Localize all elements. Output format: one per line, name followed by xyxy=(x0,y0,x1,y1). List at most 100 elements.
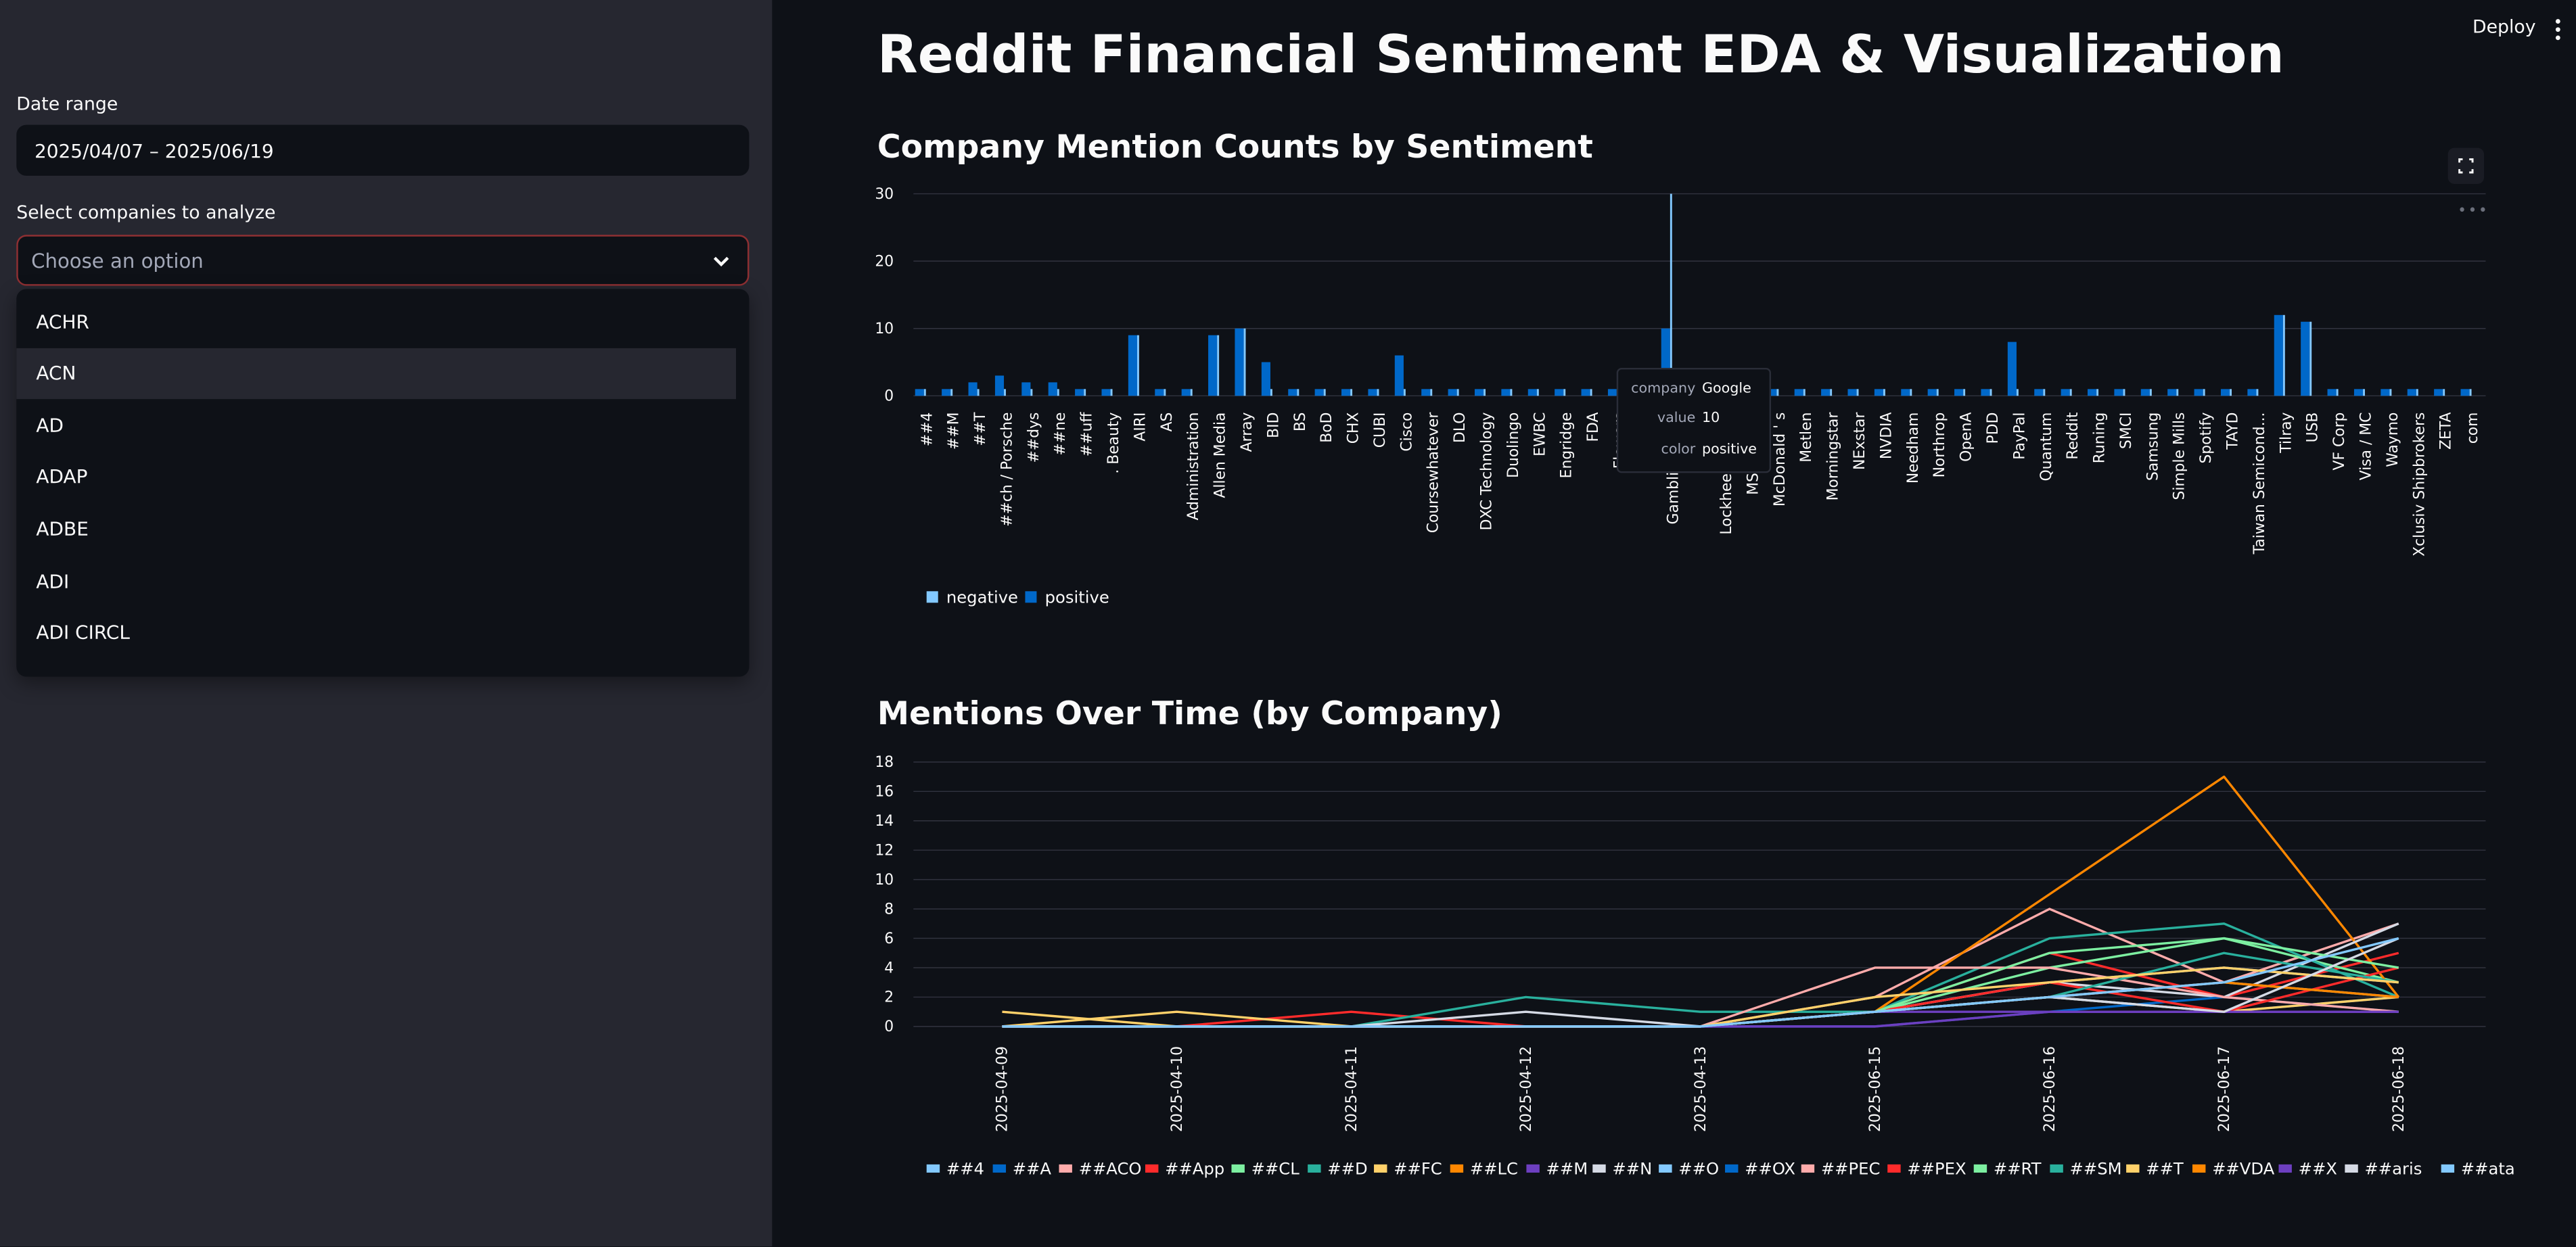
bar-tooltip: company Google value 10 color positive xyxy=(1616,368,1772,473)
x-tick-label: Duolingo xyxy=(1505,413,1522,478)
legend-label: ##OX xyxy=(1745,1158,1795,1178)
bar-positive xyxy=(968,382,978,396)
legend-swatch xyxy=(2345,1164,2358,1173)
legend-label: ##A xyxy=(1013,1158,1052,1178)
date-range-input[interactable]: 2025/04/07 – 2025/06/19 xyxy=(16,124,750,176)
tooltip-value: 10 xyxy=(1702,410,1720,427)
dropdown-option[interactable]: ACHR xyxy=(16,298,736,348)
fullscreen-icon xyxy=(2458,158,2474,174)
more-vert-icon[interactable] xyxy=(2553,18,2563,41)
bar-negative xyxy=(2256,389,2259,396)
bar-negative xyxy=(1670,193,1672,396)
y-tick-label: 10 xyxy=(875,321,894,337)
legend-label: ##CL xyxy=(1251,1158,1300,1178)
bar-negative xyxy=(2203,389,2205,396)
series-line xyxy=(1002,937,2399,1028)
x-tick-label: EWBC xyxy=(1532,413,1548,456)
x-tick-label: ##M xyxy=(946,413,963,450)
legend-label: ##4 xyxy=(946,1158,984,1178)
bar-negative xyxy=(2069,389,2072,396)
bar-negative xyxy=(1297,389,1300,396)
bar-positive xyxy=(1448,389,1457,396)
x-tick-label: Array xyxy=(1239,413,1256,452)
legend-swatch xyxy=(1592,1164,1606,1173)
legend-label: ##PEX xyxy=(1907,1158,1966,1178)
dropdown-option[interactable]: ADBE xyxy=(16,504,736,555)
bar-positive xyxy=(1021,382,1031,396)
tooltip-key: value xyxy=(1657,410,1696,427)
x-tick-label: 2025-06-17 xyxy=(2216,1046,2233,1132)
bar-positive xyxy=(2353,389,2364,396)
x-tick-label: AS xyxy=(1159,413,1176,432)
x-tick-label: 2025-06-16 xyxy=(2042,1046,2058,1132)
bar-negative xyxy=(1217,335,1220,396)
x-tick-label: 2025-04-11 xyxy=(1343,1046,1360,1132)
bar-negative xyxy=(1004,389,1006,396)
bar-positive xyxy=(2114,389,2123,396)
bar-negative xyxy=(1084,389,1086,396)
legend-label: ##VDA xyxy=(2212,1158,2275,1178)
dropdown-option[interactable]: ADAP xyxy=(16,452,736,502)
y-tick-label: 10 xyxy=(875,872,894,889)
bar-negative xyxy=(1803,389,1806,396)
bar-negative xyxy=(1377,389,1379,396)
bar-negative xyxy=(1910,389,1912,396)
dropdown-option[interactable]: ADI xyxy=(16,557,736,607)
tooltip-value: positive xyxy=(1702,442,1757,458)
dropdown-option[interactable]: ACN xyxy=(16,348,737,400)
bar-negative xyxy=(1164,389,1166,396)
x-tick-label: Taiwan Semicond... xyxy=(2251,413,2268,555)
bar-negative xyxy=(1110,389,1113,396)
company-multiselect[interactable]: Choose an option xyxy=(16,235,750,286)
fullscreen-button[interactable] xyxy=(2447,147,2485,185)
bar-negative xyxy=(2363,389,2365,396)
bar-negative xyxy=(1484,389,1486,396)
bar-positive xyxy=(2034,389,2044,396)
bar-positive xyxy=(1314,389,1324,396)
bar-negative xyxy=(2016,389,2019,396)
x-tick-label: Metlen xyxy=(1798,413,1815,463)
bar-positive xyxy=(1288,389,1297,396)
x-tick-label: ##ne xyxy=(1052,413,1069,456)
bar-positive xyxy=(1101,389,1111,396)
bar-negative xyxy=(2282,314,2285,396)
bar-negative xyxy=(1856,389,1859,396)
bar-negative xyxy=(1350,389,1353,396)
bar-positive xyxy=(2460,389,2470,396)
deploy-button[interactable]: Deploy xyxy=(2472,16,2536,38)
legend-label: ##D xyxy=(1327,1158,1367,1178)
option-label: AD xyxy=(36,414,64,438)
x-tick-label: Waymo xyxy=(2385,413,2401,467)
x-tick-label: CUBI xyxy=(1372,413,1389,448)
legend-swatch xyxy=(1374,1164,1387,1173)
dropdown-option[interactable]: AD xyxy=(16,401,736,452)
x-tick-label: 2025-04-09 xyxy=(994,1046,1011,1132)
x-tick-label: AIRI xyxy=(1132,413,1149,442)
y-tick-label: 12 xyxy=(875,842,894,859)
bar-negative xyxy=(1963,389,1966,396)
legend-swatch xyxy=(2192,1164,2206,1173)
dropdown-option[interactable]: ADI CIRCL xyxy=(16,608,736,659)
bar-negative xyxy=(1270,389,1272,396)
legend-label: ##M xyxy=(1546,1158,1588,1178)
x-tick-label: OpenA xyxy=(1958,413,1975,462)
x-tick-label: CHX xyxy=(1346,413,1362,444)
bar-positive xyxy=(1075,389,1084,396)
legend-swatch xyxy=(1059,1164,1072,1173)
bar-negative xyxy=(1990,389,1992,396)
legend-label: ##ACO xyxy=(1079,1158,1142,1178)
x-tick-label: Morningstar xyxy=(1825,413,1842,501)
chevron-down-icon[interactable] xyxy=(712,253,731,269)
bar-positive xyxy=(1874,389,1883,396)
tooltip-value: Google xyxy=(1702,381,1751,398)
legend-label: ##App xyxy=(1165,1158,1224,1178)
bar-negative xyxy=(950,389,953,396)
x-tick-label: DLO xyxy=(1452,413,1469,443)
x-tick-label: Xclusiv Shipbrokers xyxy=(2411,413,2428,557)
series-line xyxy=(1002,937,2399,1028)
x-tick-label: NExstar xyxy=(1852,413,1868,470)
x-tick-label: Administration xyxy=(1185,413,1202,521)
bar-positive xyxy=(2434,389,2443,396)
bar-positive xyxy=(1607,389,1617,396)
x-tick-label: Samsung xyxy=(2144,413,2161,481)
